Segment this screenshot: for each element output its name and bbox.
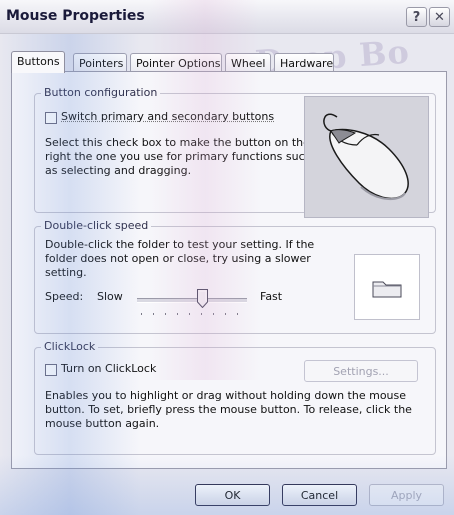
mouse-properties-window: Mouse Properties ? ✕ Drop Bo Buttons Poi… — [0, 0, 454, 515]
mouse-icon — [323, 113, 409, 200]
switch-buttons-checkbox[interactable] — [45, 112, 57, 124]
button-config-desc-2: right the one you use for primary functi… — [45, 150, 312, 163]
clicklock-checkbox[interactable] — [45, 364, 57, 376]
clicklock-turn-on-label[interactable]: Turn on ClickLock — [61, 362, 156, 376]
button-config-desc-3: as selecting and dragging. — [45, 164, 192, 177]
clicklock-desc-2: button. To set, briefly press the mouse … — [45, 403, 412, 416]
double-click-speed-label: Double-click speed — [41, 219, 152, 232]
slider-tick — [225, 313, 226, 315]
speed-slider-track[interactable] — [137, 298, 247, 303]
cancel-button[interactable]: Cancel — [282, 484, 357, 506]
tab-hardware[interactable]: Hardware — [274, 53, 334, 71]
test-folder-area[interactable] — [354, 254, 420, 320]
fast-label: Fast — [260, 290, 283, 303]
slow-label: Slow — [97, 290, 123, 303]
slider-tick — [165, 313, 166, 315]
double-click-desc-2: folder does not open or close, try using… — [45, 252, 311, 265]
apply-button[interactable]: Apply — [369, 484, 444, 506]
double-click-desc-1: Double-click the folder to test your set… — [45, 238, 315, 251]
clicklock-desc-3: mouse button again. — [45, 417, 160, 430]
tab-pointer-options[interactable]: Pointer Options — [130, 53, 222, 71]
tab-wheel[interactable]: Wheel — [225, 53, 271, 71]
speed-slider-thumb[interactable] — [197, 289, 208, 309]
button-configuration-label: Button configuration — [41, 86, 161, 99]
slider-tick — [189, 313, 190, 315]
slider-tick — [153, 313, 154, 315]
slider-tick — [177, 313, 178, 315]
help-button[interactable]: ? — [406, 7, 427, 27]
speed-slider-ticks — [141, 313, 241, 315]
slider-tick — [141, 313, 142, 315]
title-bar: Mouse Properties ? ✕ — [0, 0, 454, 34]
clicklock-desc-1: Enables you to highlight or drag without… — [45, 389, 407, 402]
clicklock-settings-button[interactable]: Settings... — [304, 360, 418, 382]
clicklock-label: ClickLock — [41, 340, 99, 353]
tab-buttons[interactable]: Buttons — [11, 51, 65, 73]
slider-tick — [237, 313, 238, 315]
mouse-illustration — [304, 96, 429, 218]
help-icon: ? — [412, 9, 421, 25]
folder-icon — [372, 281, 402, 298]
close-icon: ✕ — [434, 9, 445, 25]
window-title: Mouse Properties — [6, 8, 145, 24]
close-button[interactable]: ✕ — [429, 7, 450, 27]
slider-tick — [213, 313, 214, 315]
double-click-desc-3: setting. — [45, 266, 87, 279]
switch-buttons-label[interactable]: Switch primary and secondary buttons — [61, 110, 274, 124]
ok-button[interactable]: OK — [195, 484, 270, 506]
speed-label: Speed: — [45, 290, 84, 303]
button-config-desc-1: Select this check box to make the button… — [45, 136, 310, 149]
slider-tick — [201, 313, 202, 315]
tab-pointers[interactable]: Pointers — [73, 53, 127, 71]
